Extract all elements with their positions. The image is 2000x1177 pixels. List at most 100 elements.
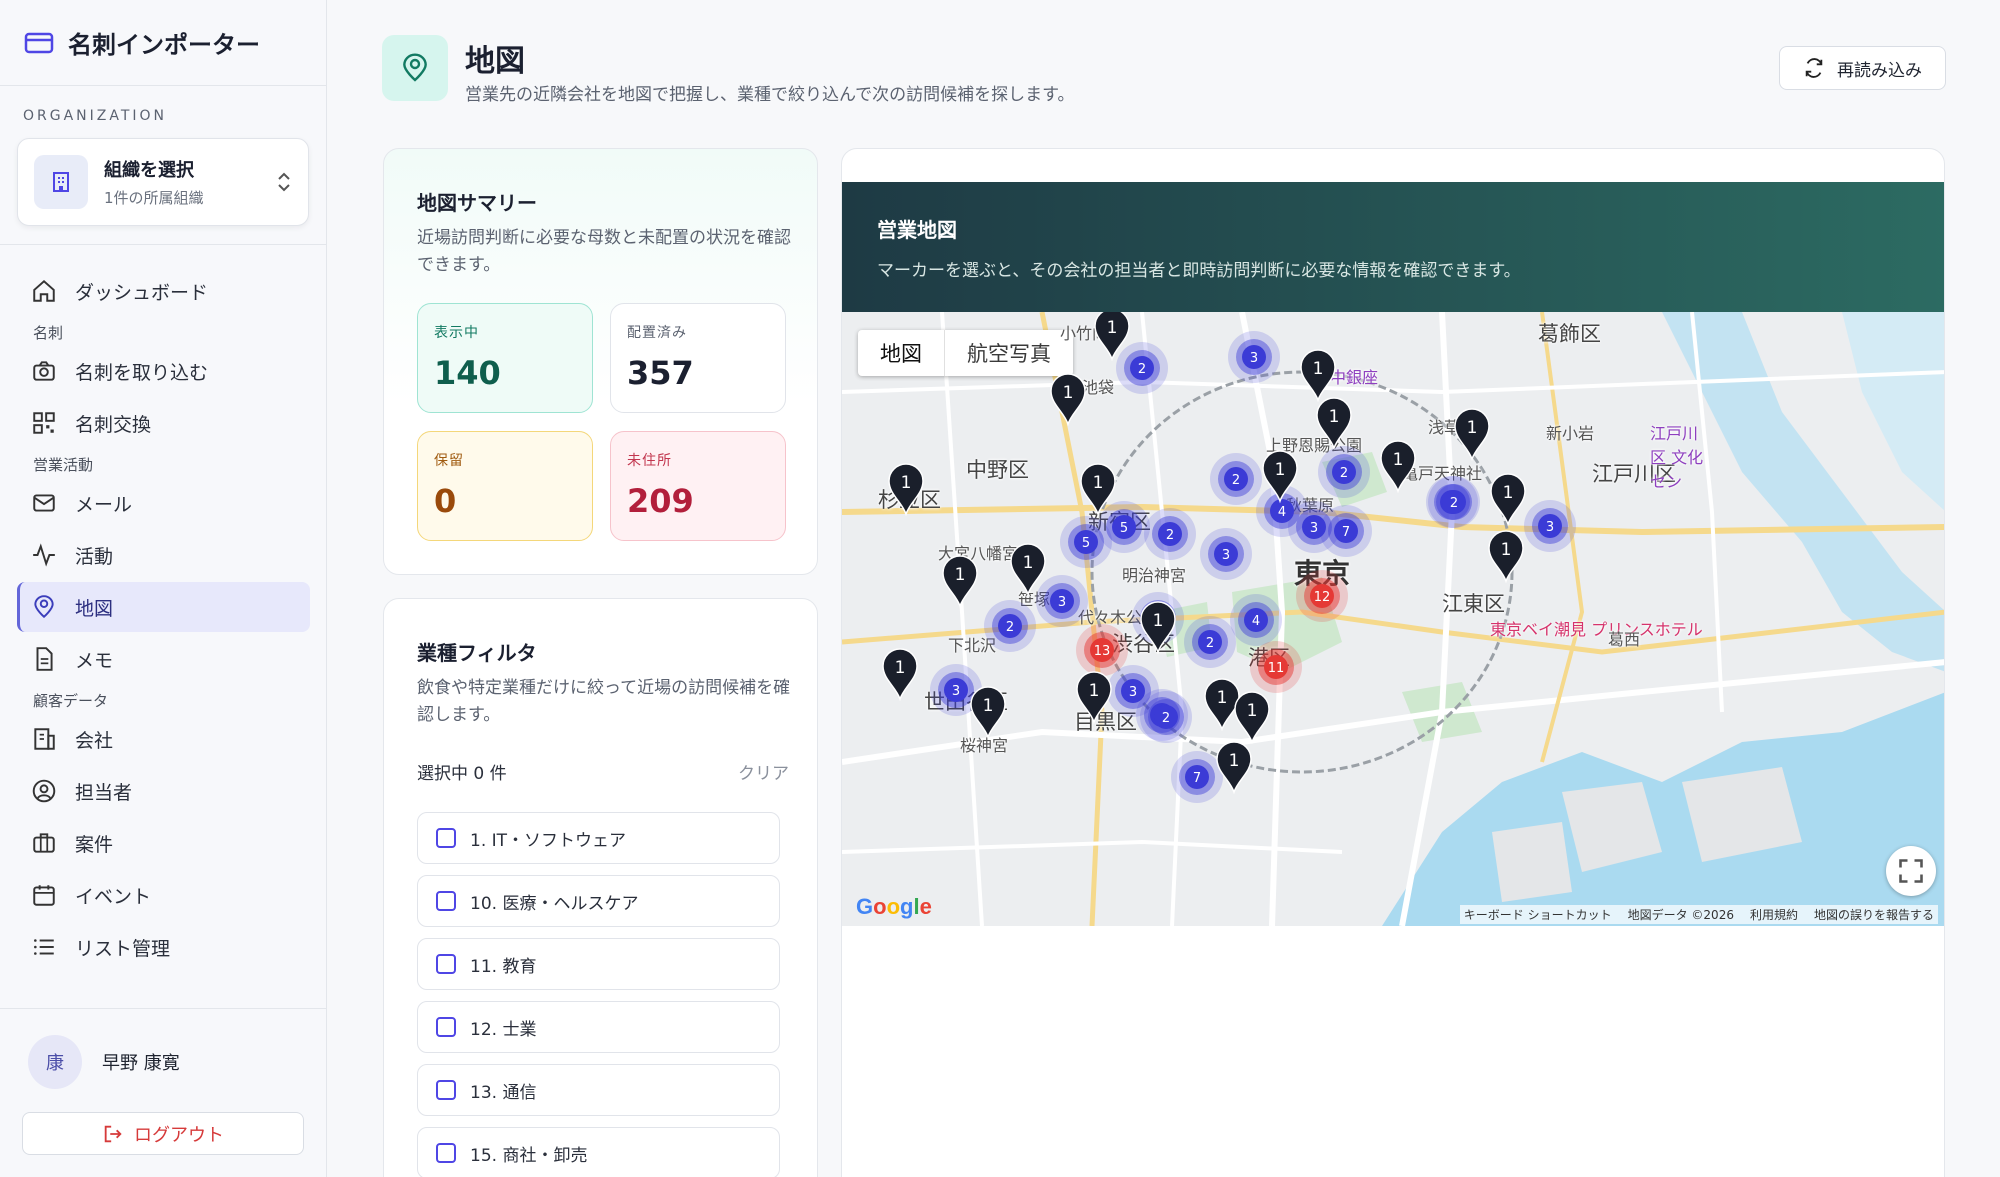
nav-mail[interactable]: メール	[17, 478, 310, 528]
marker-cluster[interactable]: 2	[1318, 446, 1370, 498]
pin-label: 1	[1153, 611, 1164, 631]
org-selector[interactable]: 組織を選択 1件の所属組織	[17, 138, 309, 226]
nav-section-sales: 営業活動	[33, 455, 94, 474]
marker-cluster[interactable]: 7	[1320, 505, 1372, 557]
cluster-count: 5	[1082, 536, 1090, 551]
logout-button[interactable]: ログアウト	[22, 1112, 304, 1155]
marker-cluster[interactable]: 3	[1524, 500, 1576, 552]
marker-cluster[interactable]: 2	[1144, 508, 1196, 560]
company-pin[interactable]: 1	[1234, 691, 1270, 745]
filter-option[interactable]: 10. 医療・ヘルスケア	[417, 875, 780, 927]
company-pin[interactable]: 1	[882, 648, 918, 702]
marker-cluster[interactable]: 5	[1060, 516, 1112, 568]
brand[interactable]: 名刺インポーター	[0, 0, 326, 86]
marker-cluster[interactable]: 3	[1200, 528, 1252, 580]
org-title: 組織を選択	[104, 160, 194, 181]
map-desc: マーカーを選ぶと、その会社の担当者と即時訪問判断に必要な情報を確認できます。	[877, 261, 1521, 281]
nav-event[interactable]: イベント	[17, 870, 310, 920]
company-pin[interactable]: 1	[1050, 373, 1086, 427]
filter-option[interactable]: 11. 教育	[417, 938, 780, 990]
summary-title: 地図サマリー	[417, 191, 537, 215]
cluster-count: 11	[1268, 661, 1285, 676]
chevron-updown-icon	[278, 172, 290, 192]
cluster-count: 2	[1138, 362, 1146, 377]
cluster-count: 7	[1342, 525, 1350, 540]
pin-label: 1	[1329, 407, 1340, 427]
cluster-count: 2	[1450, 496, 1458, 511]
nav-exchange[interactable]: 名刺交換	[17, 398, 310, 448]
marker-cluster[interactable]: 2	[1140, 691, 1192, 743]
company-pin[interactable]: 1	[1010, 543, 1046, 597]
nav-map[interactable]: 地図	[17, 582, 310, 632]
marker-layer[interactable]: 2324372552322742343337221213111111111111…	[842, 312, 1945, 926]
pin-label: 1	[1089, 681, 1100, 701]
marker-cluster-hot[interactable]: 12	[1296, 570, 1348, 622]
terms-link[interactable]: 利用規約	[1750, 906, 1798, 923]
filter-option[interactable]: 1. IT・ソフトウェア	[417, 812, 780, 864]
company-pin[interactable]: 1	[1300, 349, 1336, 403]
company-pin[interactable]: 1	[970, 686, 1006, 740]
company-pin[interactable]: 1	[1140, 601, 1176, 655]
company-pin[interactable]: 1	[1488, 530, 1524, 584]
filter-option[interactable]: 13. 通信	[417, 1064, 780, 1116]
marker-cluster-hot[interactable]: 13	[1076, 624, 1128, 676]
map-pin-user-icon	[34, 595, 54, 619]
google-logo: Google	[856, 894, 932, 919]
org-subtitle: 1件の所属組織	[104, 189, 204, 207]
nav-activity[interactable]: 活動	[17, 530, 310, 580]
marker-cluster[interactable]: 4	[1230, 594, 1282, 646]
company-pin[interactable]: 1	[942, 555, 978, 609]
marker-cluster[interactable]: 7	[1171, 751, 1223, 803]
pin-label: 1	[895, 658, 906, 678]
marker-cluster[interactable]: 2	[1210, 453, 1262, 505]
pin-label: 1	[955, 565, 966, 585]
marker-cluster[interactable]: 2	[1184, 616, 1236, 668]
company-pin[interactable]: 1	[1316, 397, 1352, 451]
company-pin[interactable]: 1	[1454, 408, 1490, 462]
checkbox[interactable]	[436, 891, 456, 911]
company-pin[interactable]: 1	[1380, 440, 1416, 494]
cluster-count: 2	[1162, 711, 1170, 726]
marker-cluster[interactable]: 3	[1228, 331, 1280, 383]
fullscreen-button[interactable]	[1886, 846, 1936, 896]
marker-cluster[interactable]: 3	[1036, 575, 1088, 627]
calendar-icon	[33, 885, 55, 906]
cluster-count: 3	[1129, 685, 1137, 700]
company-pin[interactable]: 1	[1490, 473, 1526, 527]
marker-cluster[interactable]: 2	[984, 600, 1036, 652]
pin-label: 1	[901, 473, 912, 493]
activity-icon	[33, 543, 55, 567]
checkbox[interactable]	[436, 1080, 456, 1100]
keyboard-shortcuts-link[interactable]: キーボード ショートカット	[1464, 906, 1612, 923]
company-pin[interactable]: 1	[1216, 741, 1252, 795]
nav-list[interactable]: リスト管理	[17, 922, 310, 972]
page-subtitle: 営業先の近隣会社を地図で把握し、業種で絞り込んで次の訪問候補を探します。	[465, 85, 1075, 105]
nav-label: 会社	[75, 729, 114, 752]
company-pin[interactable]: 1	[888, 463, 924, 517]
marker-cluster-hot[interactable]: 11	[1250, 641, 1302, 693]
report-error-link[interactable]: 地図の誤りを報告する	[1814, 906, 1934, 923]
reload-label: 再読み込み	[1837, 60, 1922, 81]
marker-cluster[interactable]: 2	[1116, 342, 1168, 394]
card-icon	[24, 32, 54, 53]
checkbox[interactable]	[436, 828, 456, 848]
marker-cluster[interactable]: 2	[1428, 476, 1480, 528]
nav-contact[interactable]: 担当者	[17, 766, 310, 816]
nav-import[interactable]: 名刺を取り込む	[17, 346, 310, 396]
company-pin[interactable]: 1	[1204, 678, 1240, 732]
nav-deal[interactable]: 案件	[17, 818, 310, 868]
nav-label: 案件	[75, 833, 114, 856]
clear-button[interactable]: クリア	[738, 759, 789, 784]
nav-dashboard[interactable]: ダッシュボード	[17, 266, 310, 316]
nav-company[interactable]: 会社	[17, 714, 310, 764]
company-pin[interactable]: 1	[1076, 671, 1112, 725]
google-map[interactable]: 地図 航空写真 葛飾区 中野区 杉並区 新宿区 東京 江東区 江戸川区 渋谷区 …	[842, 312, 1945, 926]
filter-option[interactable]: 15. 商社・卸売	[417, 1127, 780, 1177]
filter-option[interactable]: 12. 士業	[417, 1001, 780, 1053]
reload-button[interactable]: 再読み込み	[1779, 46, 1946, 90]
checkbox[interactable]	[436, 1017, 456, 1037]
checkbox[interactable]	[436, 1143, 456, 1163]
nav-memo[interactable]: メモ	[17, 634, 310, 684]
checkbox[interactable]	[436, 954, 456, 974]
pin-label: 1	[1063, 383, 1074, 403]
